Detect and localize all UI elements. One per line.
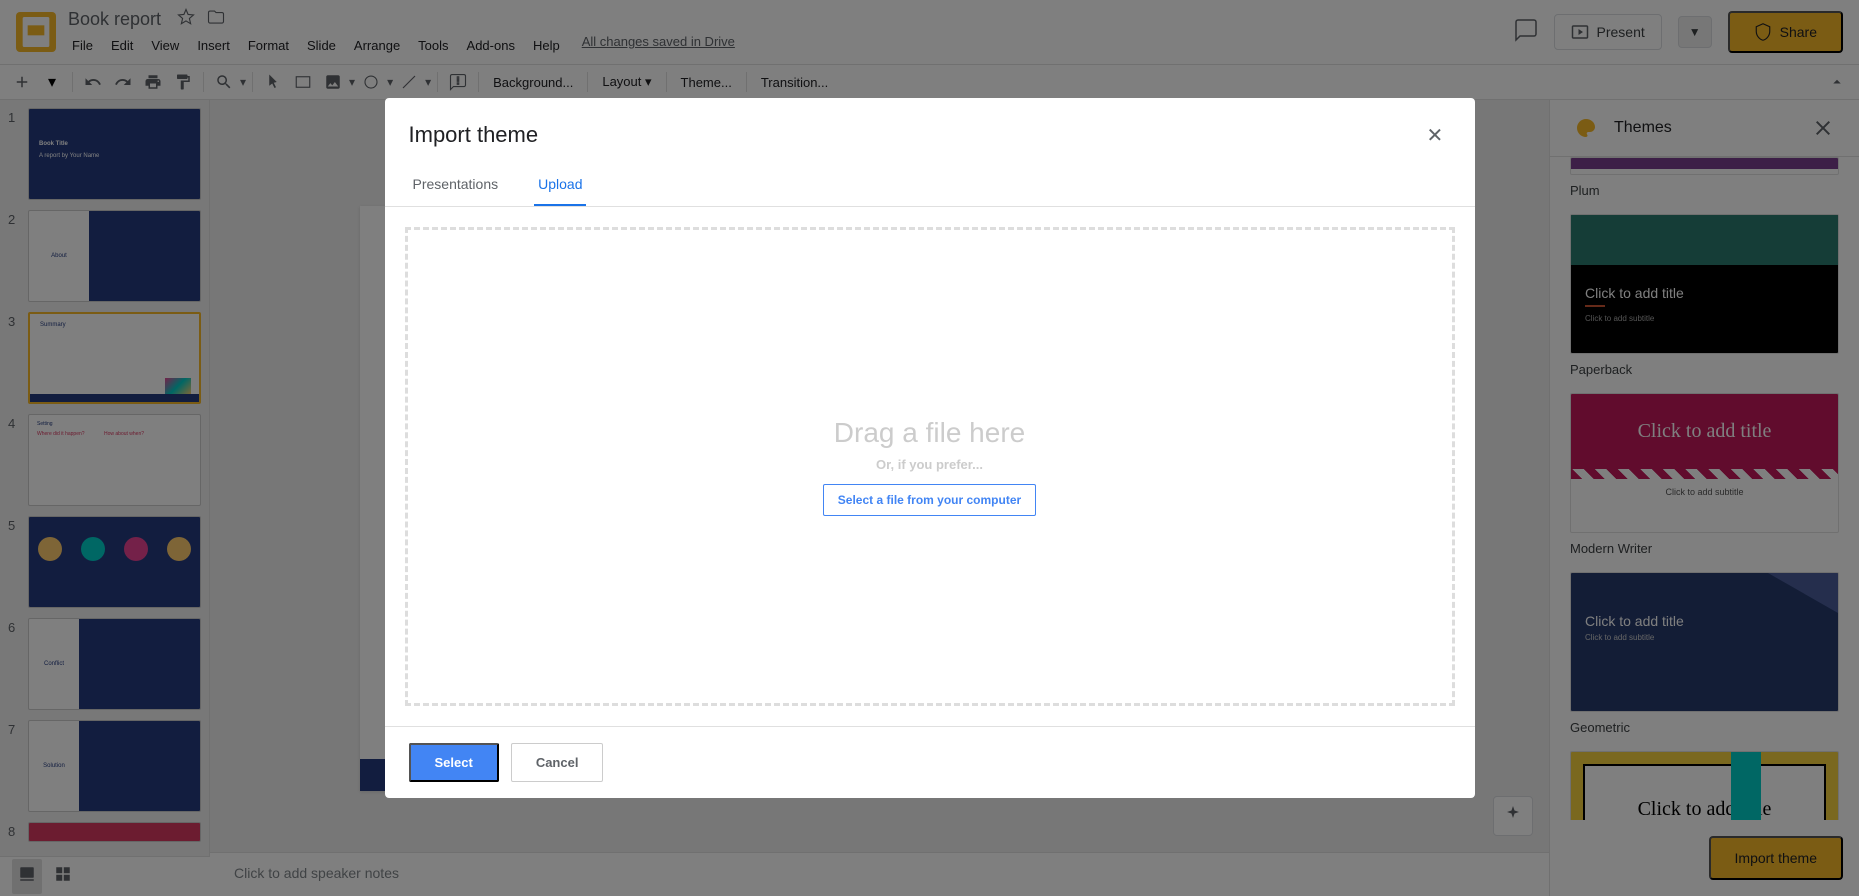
select-file-button[interactable]: Select a file from your computer xyxy=(823,484,1036,516)
modal-close-icon[interactable]: ✕ xyxy=(1427,123,1451,147)
import-theme-modal: Import theme ✕ Presentations Upload Drag… xyxy=(385,98,1475,798)
tab-upload[interactable]: Upload xyxy=(534,164,586,206)
modal-title: Import theme xyxy=(409,122,1427,148)
modal-select-button[interactable]: Select xyxy=(409,743,499,782)
tab-presentations[interactable]: Presentations xyxy=(409,164,503,206)
file-dropzone[interactable]: Drag a file here Or, if you prefer... Se… xyxy=(405,227,1455,706)
dropzone-title: Drag a file here xyxy=(834,417,1025,449)
dropzone-subtitle: Or, if you prefer... xyxy=(876,457,983,472)
modal-cancel-button[interactable]: Cancel xyxy=(511,743,604,782)
